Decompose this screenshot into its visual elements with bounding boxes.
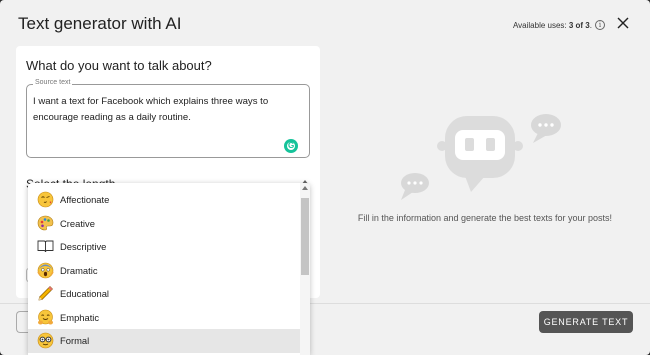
grammarly-icon[interactable]: G [284,139,298,153]
empty-state-message: Fill in the information and generate the… [357,213,613,223]
dropdown-item[interactable]: Educational [28,282,300,306]
dropdown-item-selected[interactable]: Formal [28,329,300,353]
source-text-field[interactable]: Source text I want a text for Facebook w… [26,79,310,158]
scroll-up-arrow-icon[interactable] [302,186,308,190]
dropdown-item[interactable]: Dramatic [28,259,300,283]
close-icon[interactable] [616,16,630,30]
robot-head-icon [437,116,523,192]
available-uses: Available uses: 3 of 3. [513,21,592,30]
robot-chat-illustration [401,114,561,200]
dropdown-item-label: Affectionate [60,194,110,205]
dropdown-item-label: Descriptive [60,241,107,252]
dropdown-item-label: Formal [60,335,90,346]
dropdown-item[interactable]: Descriptive [28,235,300,259]
blowing-kiss-emoji-icon [37,191,54,208]
screaming-face-emoji-icon [37,262,54,278]
modal-title: Text generator with AI [18,14,182,33]
info-icon[interactable]: i [595,20,605,30]
dropdown-item-label: Creative [60,217,95,229]
nerd-face-emoji-icon [37,332,54,349]
dropdown-item-label: Educational [60,288,109,299]
speech-bubble-small-icon [401,173,429,200]
pencil-icon [38,286,53,301]
dropdown-item[interactable]: Creative [28,212,300,236]
dropdown-item-label: Emphatic [60,311,100,323]
dropdown-item[interactable]: Affectionate [28,188,300,212]
tone-dropdown-list[interactable]: Affectionate Creative Descriptive Dramat… [28,183,310,355]
scrollbar-thumb[interactable] [301,198,309,275]
generate-text-button[interactable]: GENERATE TEXT [539,311,633,333]
hugging-face-emoji-icon [38,309,53,324]
artist-palette-emoji-icon [37,215,54,230]
uses-suffix: . [589,21,592,30]
dropdown-item-label: Dramatic [60,264,98,276]
uses-value: 3 of 3 [568,21,590,30]
uses-prefix: Available uses: [512,21,569,30]
open-book-icon [37,240,54,253]
dropdown-item[interactable]: Emphatic [28,306,300,330]
source-text-value[interactable]: I want a text for Facebook which explain… [33,94,303,126]
speech-bubble-large-icon [531,114,561,143]
source-text-label: Source text [33,79,73,86]
topic-question: What do you want to talk about? [26,58,212,73]
